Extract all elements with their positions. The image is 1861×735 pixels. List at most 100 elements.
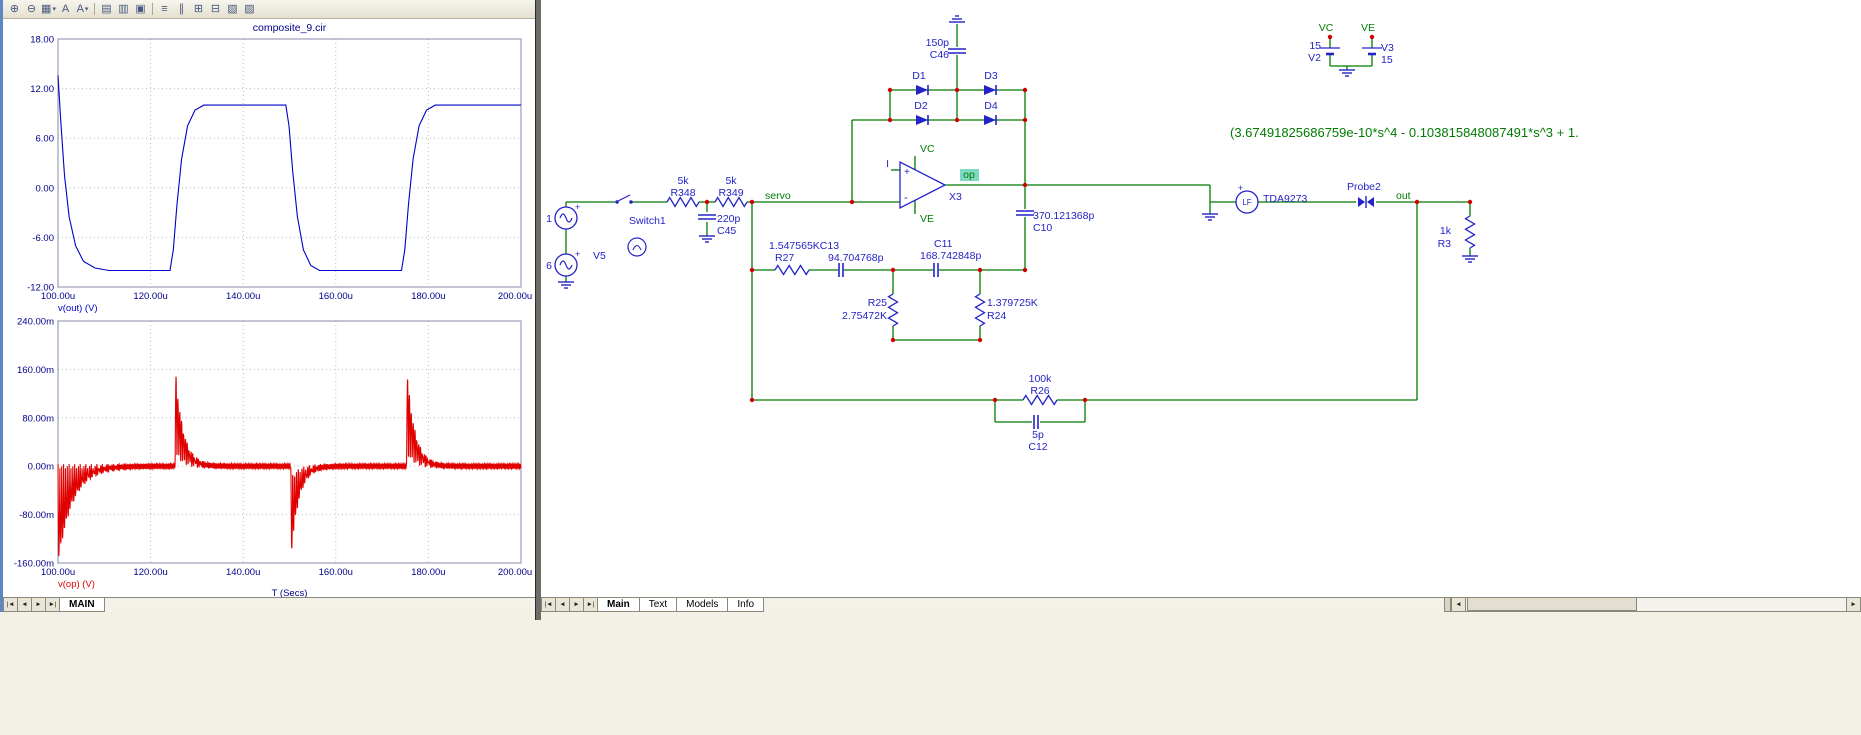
schematic-label[interactable]: C12 xyxy=(1028,441,1047,453)
schematic-label[interactable]: 5k xyxy=(725,175,737,187)
scrollbar-track[interactable] xyxy=(1466,598,1846,612)
ground-symbol[interactable] xyxy=(1339,69,1355,77)
schematic-label[interactable]: VC xyxy=(920,143,935,155)
first-page-button[interactable]: |◄ xyxy=(3,598,18,612)
schematic-label[interactable]: C46 xyxy=(930,49,949,61)
schematic-label[interactable]: servo xyxy=(765,190,791,202)
schematic-label[interactable]: V5 xyxy=(593,250,606,262)
schematic-label[interactable]: C11 xyxy=(934,238,953,250)
capacitor[interactable] xyxy=(948,48,966,54)
schematic-label[interactable]: VC xyxy=(1319,22,1334,34)
prev-page-button[interactable]: ◄ xyxy=(555,598,570,612)
resistor[interactable] xyxy=(1464,215,1476,249)
schematic-label[interactable]: 1k xyxy=(1440,225,1452,237)
tab-models[interactable]: Models xyxy=(676,598,729,612)
resistor[interactable] xyxy=(774,264,810,276)
opamp[interactable]: +- xyxy=(899,160,947,210)
schematic-label[interactable]: 2.75472K xyxy=(842,310,887,322)
schematic-label[interactable]: 1.547565KC13 xyxy=(769,240,839,252)
schematic-label[interactable]: C10 xyxy=(1033,222,1052,234)
schematic-label[interactable]: VE xyxy=(920,213,934,225)
schematic-label[interactable]: 15 xyxy=(1309,40,1321,52)
resistor[interactable] xyxy=(887,293,899,327)
schematic-label[interactable]: Probe2 xyxy=(1347,181,1381,193)
schematic-label[interactable]: out xyxy=(1396,190,1411,202)
scroll-right-button[interactable]: ► xyxy=(1846,598,1861,612)
schematic-label[interactable]: R25 xyxy=(868,297,887,309)
sine-source[interactable] xyxy=(554,253,578,277)
align-left-icon[interactable]: ≡ xyxy=(156,1,173,17)
schematic-label[interactable]: D2 xyxy=(914,100,928,112)
schematic-label[interactable]: R27 xyxy=(775,252,794,264)
diode[interactable] xyxy=(984,115,997,125)
ground-symbol[interactable] xyxy=(949,15,965,23)
schematic-canvas[interactable]: LF+-+++150pC46D1 D3D2 D4VCVEX3op370.121368… xyxy=(541,0,1861,597)
cross-view-icon[interactable]: ▨ xyxy=(241,1,258,17)
schematic-label[interactable]: op xyxy=(963,169,975,181)
align-center-icon[interactable]: ∥ xyxy=(173,1,190,17)
tab-text[interactable]: Text xyxy=(638,598,678,612)
last-page-button[interactable]: ►| xyxy=(45,598,60,612)
select-mode-dropdown-icon[interactable]: ▾ xyxy=(52,6,56,13)
schematic-label[interactable]: X3 xyxy=(949,191,962,203)
resistor[interactable] xyxy=(974,293,986,327)
ground-symbol[interactable] xyxy=(1202,213,1218,221)
stack-plots-icon[interactable]: ▥ xyxy=(115,1,132,17)
schematic-label[interactable]: TDA9273 xyxy=(1263,193,1308,205)
schematic-label[interactable]: 5p xyxy=(1032,429,1044,441)
schematic-label[interactable]: 1.379725K xyxy=(987,297,1038,309)
diode[interactable] xyxy=(916,115,929,125)
diode[interactable] xyxy=(916,85,929,95)
schematic-label[interactable]: 370.121368p xyxy=(1033,210,1094,222)
tab-scroll-splitter[interactable] xyxy=(1444,598,1451,612)
tab-main[interactable]: Main xyxy=(597,598,640,612)
laplace-source[interactable]: LF xyxy=(1235,190,1259,214)
schematic-label[interactable]: 220p xyxy=(717,213,741,225)
copy-page-icon[interactable]: ▤ xyxy=(98,1,115,17)
schematic-label[interactable]: V3 xyxy=(1381,42,1394,54)
schematic-label[interactable]: 15 xyxy=(1381,54,1393,66)
last-page-button[interactable]: ►| xyxy=(583,598,598,612)
diode[interactable] xyxy=(984,85,997,95)
battery[interactable] xyxy=(1320,47,1340,56)
schematic-label[interactable]: Switch1 xyxy=(629,215,666,227)
zoom-in-icon[interactable]: ⊕ xyxy=(6,1,23,17)
schematic-label[interactable]: I xyxy=(886,158,889,170)
capacitor[interactable] xyxy=(838,263,844,277)
schematic-label[interactable]: D3 xyxy=(984,70,998,82)
hatch-view-icon[interactable]: ▧ xyxy=(224,1,241,17)
schematic-label[interactable]: 1 xyxy=(546,213,552,225)
ground-symbol[interactable] xyxy=(699,235,715,243)
add-grid-icon[interactable]: ⊞ xyxy=(190,1,207,17)
schematic-label[interactable]: VE xyxy=(1361,22,1375,34)
text-icon[interactable]: A xyxy=(57,1,74,17)
scrollbar-thumb[interactable] xyxy=(1467,598,1637,611)
capacitor[interactable] xyxy=(698,214,716,220)
schematic-label[interactable]: D1 xyxy=(912,70,926,82)
probe[interactable] xyxy=(1358,196,1374,208)
scroll-left-button[interactable]: ◄ xyxy=(1451,598,1466,612)
schematic-label[interactable]: 168.742848p xyxy=(920,250,981,262)
next-page-button[interactable]: ► xyxy=(569,598,584,612)
schematic-label[interactable]: 6 xyxy=(546,260,552,272)
text-format-dropdown-icon[interactable]: ▾ xyxy=(85,6,89,13)
tab-info[interactable]: Info xyxy=(727,598,765,612)
schematic-label[interactable]: C45 xyxy=(717,225,736,237)
schematic-label[interactable]: R3 xyxy=(1438,238,1452,250)
schematic-label[interactable]: R26 xyxy=(1030,385,1049,397)
remove-grid-icon[interactable]: ⊟ xyxy=(207,1,224,17)
waveform-plot-area[interactable]: 100.00u 120.00u 140.00u 160.00u 180.00u 200.0… xyxy=(3,19,535,597)
schematic-label[interactable]: R349 xyxy=(718,187,743,199)
schematic-label[interactable]: 150p xyxy=(926,37,950,49)
capacitor[interactable] xyxy=(1016,210,1034,216)
capacitor[interactable] xyxy=(1033,415,1039,429)
tile-plots-icon[interactable]: ▣ xyxy=(132,1,149,17)
schematic-label[interactable]: V2 xyxy=(1308,52,1321,64)
ground-symbol[interactable] xyxy=(558,281,574,289)
schematic-label[interactable]: R24 xyxy=(987,310,1006,322)
ground-symbol[interactable] xyxy=(1462,255,1478,263)
text-format-icon[interactable]: A ▾ xyxy=(74,1,91,17)
schematic-label[interactable]: R348 xyxy=(670,187,695,199)
schematic-label[interactable]: 94.704768p xyxy=(828,252,884,264)
prev-page-button[interactable]: ◄ xyxy=(17,598,32,612)
